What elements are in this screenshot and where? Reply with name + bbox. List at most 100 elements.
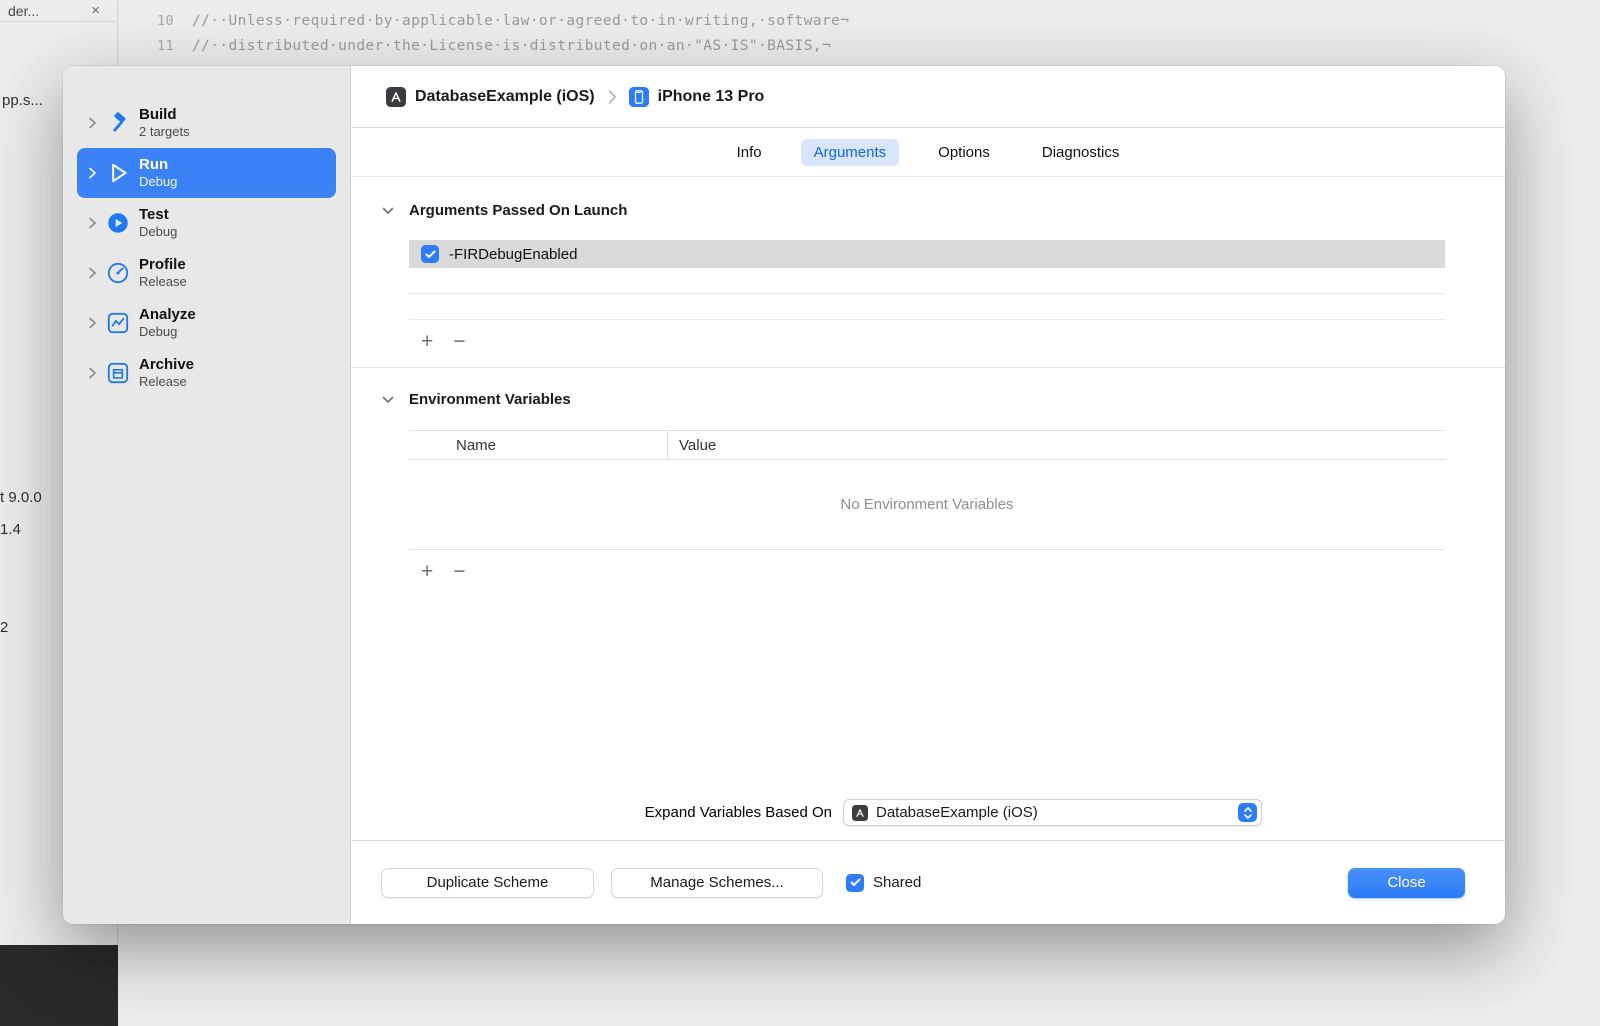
argument-value: -FIRDebugEnabled: [449, 245, 578, 263]
background-version-text: t 9.0.0: [0, 489, 42, 506]
shared-checkbox-group: Shared: [846, 873, 921, 892]
sidebar-item-subtitle: Debug: [139, 324, 178, 340]
environment-section-header: Environment Variables: [382, 391, 1505, 408]
tab-diagnostics[interactable]: Diagnostics: [1029, 139, 1133, 166]
scheme-phases-sidebar: Build 2 targets Run Debug Test Debug Pro…: [63, 66, 351, 924]
add-variable-button[interactable]: +: [421, 561, 433, 582]
duplicate-scheme-button[interactable]: Duplicate Scheme: [381, 867, 594, 898]
code-text: //··Unless·required·by·applicable·law·or…: [192, 12, 850, 29]
background-code-editor: 10 //··Unless·required·by·applicable·law…: [119, 8, 1600, 58]
tab-bar: Info Arguments Options Diagnostics: [351, 128, 1505, 177]
hammer-icon: [105, 110, 131, 136]
sidebar-item-title: Archive: [139, 356, 195, 374]
code-line: 11 //··distributed·under·the·License·is·…: [119, 33, 1600, 58]
sidebar-item-subtitle: Debug: [139, 174, 178, 190]
sidebar-item-build[interactable]: Build 2 targets: [77, 98, 336, 148]
code-text: //··distributed·under·the·License·is·dis…: [192, 37, 832, 54]
scheme-app-icon: [852, 804, 868, 821]
sidebar-item-subtitle: Debug: [139, 224, 178, 240]
sidebar-item-subtitle: Release: [139, 274, 187, 290]
environment-variables-table: Name Value No Environment Variables: [409, 430, 1445, 550]
background-tab: der... ×: [0, 0, 118, 22]
arguments-section-header: Arguments Passed On Launch: [382, 177, 1505, 219]
sidebar-item-analyze[interactable]: Analyze Debug: [77, 298, 336, 348]
code-line: 10 //··Unless·required·by·applicable·law…: [119, 8, 1600, 33]
argument-checkbox-checked[interactable]: [421, 245, 439, 263]
table-header-row: Name Value: [409, 430, 1445, 460]
remove-variable-button[interactable]: −: [453, 561, 465, 582]
popup-stepper-icon[interactable]: [1238, 803, 1257, 822]
sidebar-item-text: Analyze Debug: [139, 306, 196, 339]
scheme-editor-main: DatabaseExample (iOS) iPhone 13 Pro Info…: [351, 66, 1505, 924]
background-version-text: 1.4: [0, 521, 21, 538]
line-number: 10: [156, 12, 174, 29]
destination-name[interactable]: iPhone 13 Pro: [658, 88, 765, 106]
sidebar-item-text: Test Debug: [139, 206, 177, 239]
dialog-footer: Duplicate Scheme Manage Schemes... Share…: [351, 840, 1505, 924]
chevron-down-icon[interactable]: [382, 396, 394, 404]
background-tab-title: der...: [8, 2, 40, 19]
sidebar-item-profile[interactable]: Profile Release: [77, 248, 336, 298]
tab-close-icon[interactable]: ×: [91, 2, 100, 19]
test-icon: [105, 210, 131, 236]
arguments-add-remove: + −: [421, 329, 1505, 353]
background-number-text: 2: [0, 619, 9, 636]
play-icon: [105, 160, 131, 186]
scheme-editor-dialog: Build 2 targets Run Debug Test Debug Pro…: [63, 66, 1505, 924]
expand-variables-label: Expand Variables Based On: [644, 804, 832, 821]
tab-options[interactable]: Options: [925, 139, 1003, 166]
remove-argument-button[interactable]: −: [453, 331, 465, 352]
chevron-right-icon[interactable]: [88, 117, 97, 129]
environment-section-title: Environment Variables: [409, 391, 571, 408]
archive-icon: [105, 360, 131, 386]
launch-arguments-table: -FIRDebugEnabled: [409, 240, 1445, 320]
sidebar-item-title: Test: [139, 206, 169, 224]
line-number: 11: [156, 37, 174, 54]
sidebar-item-title: Analyze: [139, 306, 196, 324]
environment-add-remove: + −: [421, 559, 1505, 583]
sidebar-item-title: Profile: [139, 256, 186, 274]
tab-info[interactable]: Info: [724, 139, 775, 166]
profile-icon: [105, 260, 131, 286]
sidebar-item-subtitle: 2 targets: [139, 124, 190, 140]
sidebar-item-text: Profile Release: [139, 256, 187, 289]
background-dark-panel: [0, 945, 118, 1026]
arguments-section-title: Arguments Passed On Launch: [409, 202, 628, 219]
chevron-right-icon[interactable]: [88, 217, 97, 229]
scheme-name[interactable]: DatabaseExample (iOS): [415, 88, 595, 106]
background-file-label: pp.s...: [2, 92, 43, 109]
add-argument-button[interactable]: +: [421, 331, 433, 352]
shared-checkbox-checked[interactable]: [846, 873, 864, 892]
breadcrumb: DatabaseExample (iOS) iPhone 13 Pro: [351, 66, 1505, 128]
shared-checkbox-label[interactable]: Shared: [873, 874, 921, 891]
empty-table-row: [409, 294, 1445, 320]
empty-state-text: No Environment Variables: [409, 460, 1445, 550]
chevron-right-icon[interactable]: [88, 367, 97, 379]
sidebar-item-title: Run: [139, 156, 169, 174]
chevron-down-icon[interactable]: [382, 207, 394, 215]
empty-table-row: [409, 268, 1445, 294]
close-button[interactable]: Close: [1348, 867, 1465, 898]
sidebar-item-title: Build: [139, 106, 177, 124]
chevron-right-icon[interactable]: [88, 267, 97, 279]
arguments-pane: Arguments Passed On Launch -FIRDebugEnab…: [351, 177, 1505, 840]
chevron-right-icon[interactable]: [88, 167, 97, 179]
sidebar-item-archive[interactable]: Archive Release: [77, 348, 336, 398]
popup-selected-value: DatabaseExample (iOS): [876, 804, 1038, 821]
expand-variables-row: Expand Variables Based On DatabaseExampl…: [351, 799, 1505, 827]
sidebar-item-run[interactable]: Run Debug: [77, 148, 336, 198]
scheme-app-icon: [386, 86, 406, 107]
expand-variables-popup[interactable]: DatabaseExample (iOS): [843, 799, 1262, 826]
chevron-right-icon[interactable]: [88, 317, 97, 329]
chevron-right-icon: [607, 88, 617, 106]
sidebar-item-text: Archive Release: [139, 356, 194, 389]
sidebar-item-text: Run Debug: [139, 156, 177, 189]
argument-row[interactable]: -FIRDebugEnabled: [409, 240, 1445, 268]
manage-schemes-button[interactable]: Manage Schemes...: [611, 867, 823, 898]
sidebar-item-text: Build 2 targets: [139, 106, 190, 139]
sidebar-item-test[interactable]: Test Debug: [77, 198, 336, 248]
iphone-device-icon: [628, 86, 649, 107]
column-header-value: Value: [679, 436, 717, 454]
tab-arguments[interactable]: Arguments: [800, 138, 900, 166]
section-divider: [351, 367, 1505, 368]
